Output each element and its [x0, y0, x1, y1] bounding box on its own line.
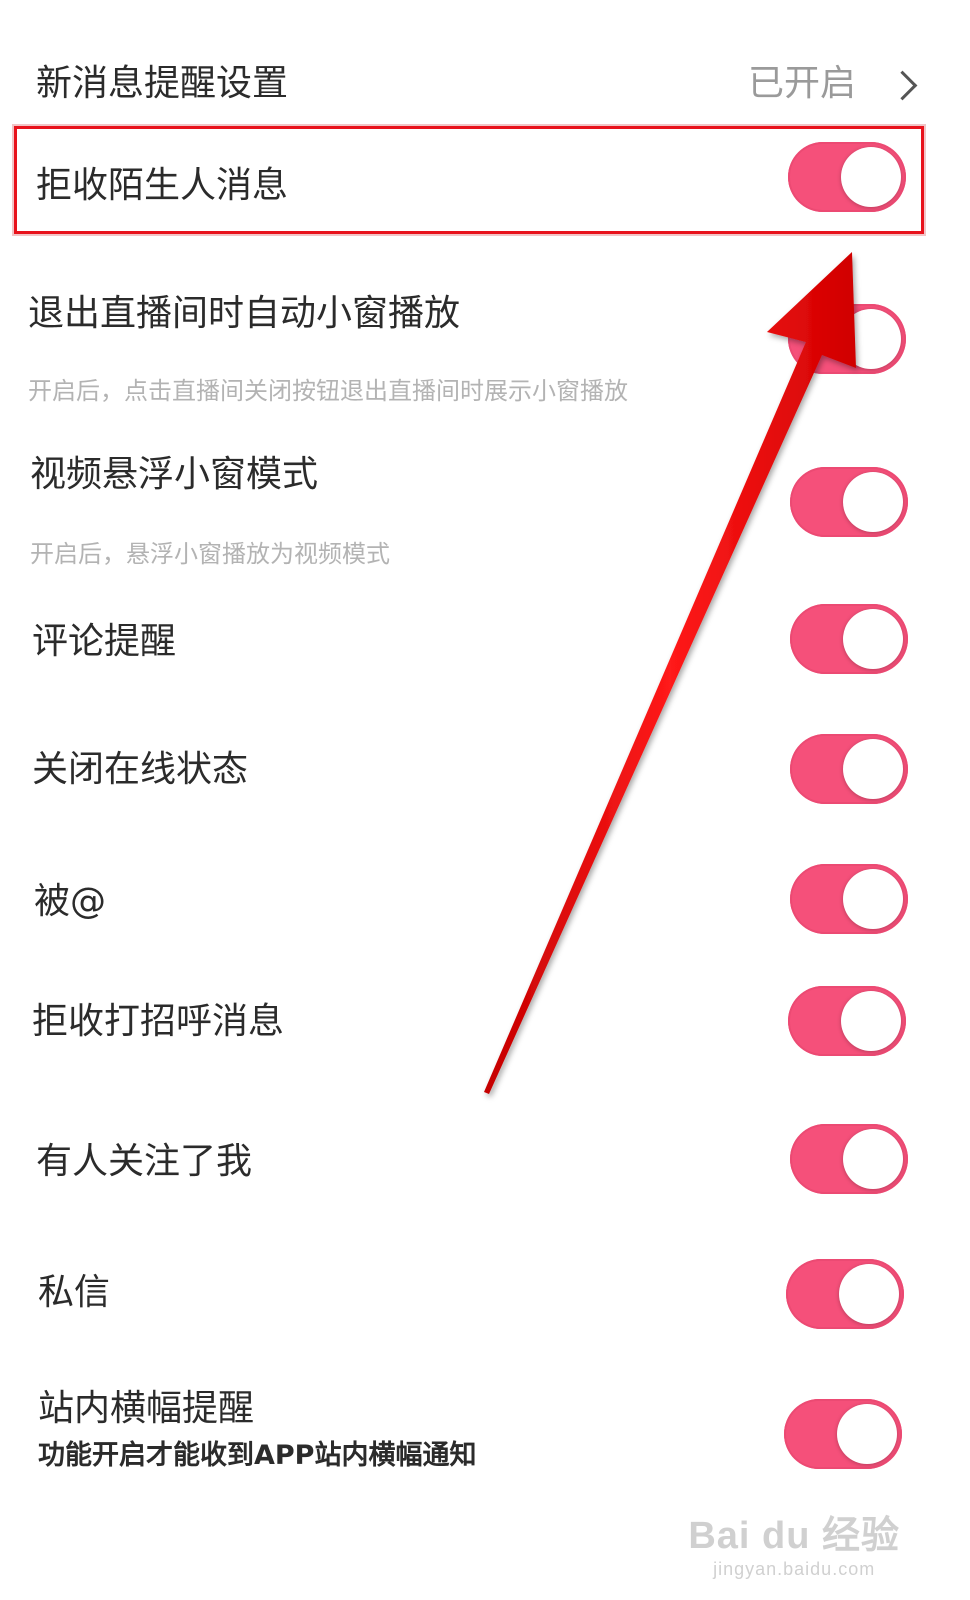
- in-app-banner-toggle[interactable]: [784, 1399, 902, 1469]
- setting-subtitle: 开启后，悬浮小窗播放为视频模式: [30, 540, 390, 568]
- setting-row-reject-strangers: 拒收陌生人消息: [0, 130, 970, 226]
- hide-online-toggle[interactable]: [790, 734, 908, 804]
- setting-subtitle: 开启后，点击直播间关闭按钮退出直播间时展示小窗播放: [28, 377, 628, 405]
- comment-reminder-toggle[interactable]: [790, 604, 908, 674]
- toggle-knob: [839, 1264, 899, 1324]
- toggle-knob: [841, 147, 901, 207]
- toggle-knob: [841, 991, 901, 1051]
- new-message-settings-row[interactable]: 新消息提醒设置 已开启: [0, 56, 970, 116]
- video-float-toggle[interactable]: [790, 467, 908, 537]
- toggle-knob: [843, 739, 903, 799]
- setting-row-reject-greetings: 拒收打招呼消息: [0, 980, 970, 1070]
- toggle-knob: [843, 472, 903, 532]
- reject-strangers-toggle[interactable]: [788, 142, 906, 212]
- setting-title: 站内横幅提醒: [38, 1388, 255, 1429]
- setting-row-live-mini-window: 退出直播间时自动小窗播放 开启后，点击直播间关闭按钮退出直播间时展示小窗播放: [0, 280, 970, 420]
- setting-title: 退出直播间时自动小窗播放: [28, 293, 461, 334]
- setting-title: 关闭在线状态: [32, 749, 249, 790]
- watermark-url: jingyan.baidu.com: [713, 1559, 876, 1579]
- setting-title: 有人关注了我: [36, 1141, 253, 1182]
- setting-title: 拒收陌生人消息: [36, 165, 289, 206]
- chevron-right-icon[interactable]: [887, 70, 918, 101]
- new-message-settings-title: 新消息提醒设置: [36, 63, 289, 104]
- live-mini-window-toggle[interactable]: [788, 304, 906, 374]
- toggle-knob: [837, 1404, 897, 1464]
- setting-subtitle: 功能开启才能收到APP站内横幅通知: [38, 1440, 477, 1471]
- setting-row-mentioned: 被@: [0, 860, 970, 950]
- setting-title: 被@: [34, 881, 107, 922]
- setting-row-comment-reminder: 评论提醒: [0, 600, 970, 690]
- setting-title: 拒收打招呼消息: [32, 1001, 285, 1042]
- new-follower-toggle[interactable]: [790, 1124, 908, 1194]
- new-message-settings-status: 已开启: [748, 63, 857, 104]
- setting-row-video-float: 视频悬浮小窗模式 开启后，悬浮小窗播放为视频模式: [0, 445, 970, 575]
- setting-row-in-app-banner: 站内横幅提醒 功能开启才能收到APP站内横幅通知: [0, 1385, 970, 1495]
- private-message-toggle[interactable]: [786, 1259, 904, 1329]
- mentioned-toggle[interactable]: [790, 864, 908, 934]
- toggle-knob: [841, 309, 901, 369]
- setting-row-hide-online: 关闭在线状态: [0, 730, 970, 820]
- watermark-logo: Bai du 经验: [688, 1515, 900, 1557]
- setting-title: 评论提醒: [32, 621, 177, 662]
- toggle-knob: [843, 609, 903, 669]
- watermark: Bai du 经验 jingyan.baidu.com: [688, 1504, 900, 1580]
- setting-title: 视频悬浮小窗模式: [30, 454, 319, 495]
- setting-row-private-message: 私信: [0, 1255, 970, 1345]
- setting-title: 私信: [38, 1272, 111, 1313]
- toggle-knob: [843, 1129, 903, 1189]
- setting-row-new-follower: 有人关注了我: [0, 1120, 970, 1210]
- toggle-knob: [843, 869, 903, 929]
- reject-greetings-toggle[interactable]: [788, 986, 906, 1056]
